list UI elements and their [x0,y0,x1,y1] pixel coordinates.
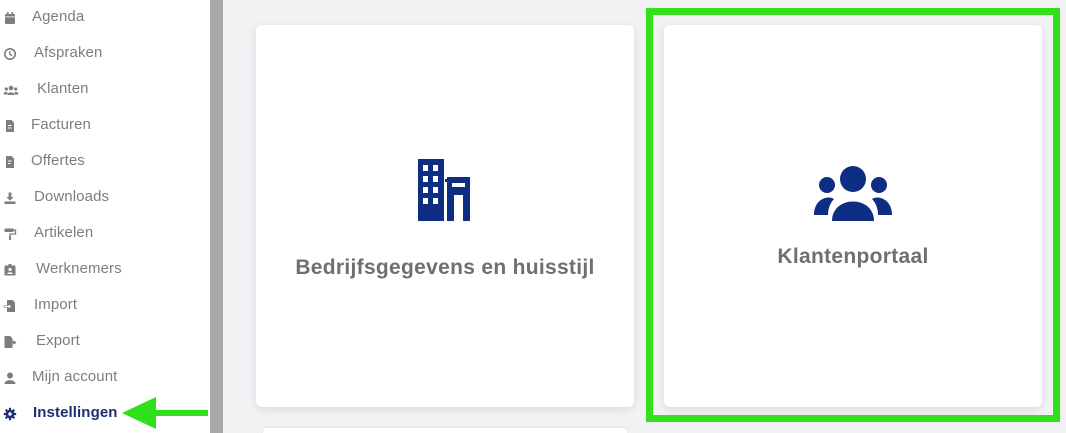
sidebar-item-export[interactable]: Export [0,324,200,360]
sidebar-item-werknemers[interactable]: Werknemers [0,252,200,288]
clock-icon [4,48,16,60]
sidebar-scrollbar[interactable] [210,0,223,433]
sidebar-item-facturen[interactable]: Facturen [0,108,200,144]
card-title: Klantenportaal [777,245,929,268]
sidebar-item-label: Instellingen [33,404,118,421]
users-icon [3,85,19,95]
sidebar-item-label: Afspraken [34,44,103,61]
download-icon [4,192,16,204]
invoice-icon [6,120,14,132]
building-icon [418,159,470,221]
file-export-icon [4,336,17,348]
sidebar-item-label: Agenda [32,8,85,25]
card-bedrijfsgegevens[interactable]: Bedrijfsgegevens en huisstijl [256,25,634,407]
sidebar-item-label: Klanten [37,80,89,97]
user-icon [4,372,16,384]
id-badge-icon [4,264,16,276]
sidebar: Agenda Afspraken Klanten Facturen Offert… [0,0,210,433]
sidebar-item-label: Import [34,296,78,313]
sidebar-item-label: Werknemers [36,260,122,277]
sidebar-item-label: Export [36,332,80,349]
sidebar-item-klanten[interactable]: Klanten [0,72,200,108]
sidebar-item-label: Downloads [34,188,110,205]
sidebar-item-artikelen[interactable]: Artikelen [0,216,200,252]
gear-icon [3,407,17,421]
sidebar-item-offertes[interactable]: Offertes [0,144,200,180]
sidebar-item-downloads[interactable]: Downloads [0,180,200,216]
calendar-icon [5,12,15,24]
sidebar-item-agenda[interactable]: Agenda [0,0,200,36]
paint-roller-icon [4,228,17,240]
users-group-icon [814,166,892,221]
card-klantenportaal[interactable]: Klantenportaal [664,25,1042,407]
sidebar-item-label: Mijn account [32,368,118,385]
sidebar-item-label: Artikelen [34,224,94,241]
quote-icon [6,156,14,168]
sidebar-item-import[interactable]: Import [0,288,200,324]
sidebar-item-afspraken[interactable]: Afspraken [0,36,200,72]
sidebar-item-mijn-account[interactable]: Mijn account [0,360,200,396]
sidebar-item-label: Facturen [31,116,91,133]
card-title: Bedrijfsgegevens en huisstijl [295,256,595,279]
card-next-row-edge [263,428,627,433]
annotation-arrow [122,397,208,429]
sidebar-item-label: Offertes [31,152,85,169]
file-import-icon [3,300,15,312]
